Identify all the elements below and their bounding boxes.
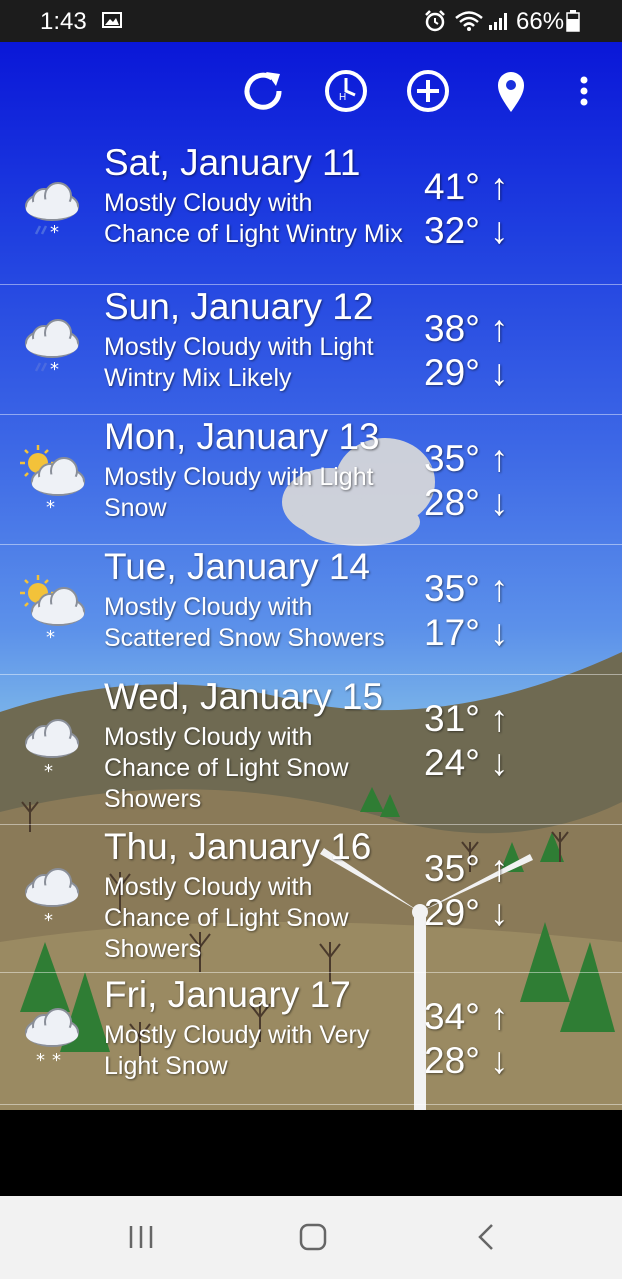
forecast-date: Sun, January 12: [104, 286, 374, 327]
forecast-date: Tue, January 14: [104, 546, 371, 587]
empty-area: [0, 1110, 622, 1196]
low-value: 32°: [424, 210, 480, 251]
hourly-clock-icon[interactable]: H: [321, 66, 371, 116]
high-temperature: 31° ↑: [424, 698, 508, 740]
cloud-wintry-mix-icon: *: [25, 182, 79, 243]
forecast-row[interactable]: * Sat, January 11 Mostly Cloudy with Chanc…: [0, 140, 622, 285]
high-temperature: 35° ↑: [424, 438, 508, 480]
forecast-row[interactable]: * Thu, January 16 Mostly Cloudy with Chanc…: [0, 824, 622, 973]
forecast-screen: H * Sat, January 11 Mostly Cloudy with Cha…: [0, 42, 622, 1110]
overflow-menu-icon[interactable]: [560, 66, 608, 116]
sun-cloud-snow-icon: *: [20, 445, 85, 513]
down-arrow-icon: ↓: [489, 892, 509, 933]
svg-text:*: *: [50, 359, 59, 380]
low-temperature: 32° ↓: [424, 210, 508, 252]
down-arrow-icon: ↓: [489, 352, 509, 393]
svg-text:*: *: [46, 627, 55, 643]
forecast-row[interactable]: * * Fri, January 17 Mostly Cloudy with Very…: [0, 972, 622, 1105]
high-temperature: 41° ↑: [424, 166, 508, 208]
low-temperature: 28° ↓: [424, 482, 508, 524]
forecast-date: Wed, January 15: [104, 676, 384, 717]
wifi-icon: [455, 11, 483, 31]
down-arrow-icon: ↓: [489, 482, 509, 523]
low-temperature: 24° ↓: [424, 742, 508, 784]
low-value: 28°: [424, 1040, 480, 1081]
forecast-description: Mostly Cloudy with Scattered Snow Shower…: [104, 593, 385, 652]
image-icon: [102, 12, 122, 28]
forecast-date: Sat, January 11: [104, 142, 361, 183]
high-temperature: 34° ↑: [424, 996, 508, 1038]
low-temperature: 17° ↓: [424, 612, 508, 654]
svg-text:H: H: [339, 92, 346, 103]
high-value: 31°: [424, 698, 480, 739]
refresh-icon[interactable]: [238, 66, 288, 116]
location-pin-icon[interactable]: [486, 66, 536, 116]
cloud-wintry-mix-icon: *: [25, 319, 79, 380]
low-temperature: 28° ↓: [424, 1040, 508, 1082]
high-value: 35°: [424, 568, 480, 609]
up-arrow-icon: ↑: [489, 568, 509, 609]
svg-text:*: *: [52, 1050, 61, 1071]
high-temperature: 38° ↑: [424, 308, 508, 350]
battery-icon: [566, 10, 580, 32]
forecast-row[interactable]: * Mon, January 13 Mostly Cloudy with Light…: [0, 414, 622, 545]
forecast-description: Mostly Cloudy with Chance of Light Snow …: [104, 873, 349, 963]
down-arrow-icon: ↓: [489, 1040, 509, 1081]
low-temperature: 29° ↓: [424, 352, 508, 394]
low-value: 24°: [424, 742, 480, 783]
add-location-icon[interactable]: [403, 66, 453, 116]
high-temperature: 35° ↑: [424, 568, 508, 610]
up-arrow-icon: ↑: [489, 848, 509, 889]
svg-text:*: *: [46, 497, 55, 513]
forecast-description: Mostly Cloudy with Light Wintry Mix Like…: [104, 333, 374, 392]
recent-apps-icon[interactable]: [124, 1222, 158, 1252]
up-arrow-icon: ↑: [489, 698, 509, 739]
forecast-row[interactable]: * Tue, January 14 Mostly Cloudy with Scatt…: [0, 544, 622, 675]
forecast-row[interactable]: * Sun, January 12 Mostly Cloudy with Light…: [0, 284, 622, 415]
high-value: 41°: [424, 166, 480, 207]
forecast-date: Fri, January 17: [104, 974, 351, 1015]
high-value: 34°: [424, 996, 480, 1037]
high-value: 35°: [424, 438, 480, 479]
low-value: 28°: [424, 482, 480, 523]
low-temperature: 29° ↓: [424, 892, 508, 934]
high-value: 38°: [424, 308, 480, 349]
back-icon[interactable]: [470, 1222, 504, 1252]
home-icon[interactable]: [296, 1222, 330, 1252]
low-value: 29°: [424, 352, 480, 393]
forecast-date: Thu, January 16: [104, 826, 372, 867]
navigation-bar: [0, 1196, 622, 1279]
svg-text:*: *: [36, 1050, 45, 1071]
status-time: 1:43: [40, 8, 87, 35]
forecast-row[interactable]: * Wed, January 15 Mostly Cloudy with Chanc…: [0, 674, 622, 825]
up-arrow-icon: ↑: [489, 308, 509, 349]
cloud-heavy-snow-icon: * *: [25, 1008, 79, 1071]
forecast-description: Mostly Cloudy with Chance of Light Wintr…: [104, 189, 403, 248]
up-arrow-icon: ↑: [489, 438, 509, 479]
svg-text:*: *: [50, 222, 59, 243]
alarm-icon: [425, 10, 445, 32]
cloud-snow-icon: *: [25, 868, 79, 931]
down-arrow-icon: ↓: [489, 612, 509, 653]
high-value: 35°: [424, 848, 480, 889]
svg-text:*: *: [44, 910, 53, 931]
high-temperature: 35° ↑: [424, 848, 508, 890]
forecast-date: Mon, January 13: [104, 416, 380, 457]
status-bar: 1:43 66%: [0, 0, 622, 42]
svg-text:*: *: [44, 761, 53, 782]
forecast-description: Mostly Cloudy with Chance of Light Snow …: [104, 723, 349, 813]
battery-percent: 66%: [516, 8, 565, 35]
forecast-description: Mostly Cloudy with Very Light Snow: [104, 1021, 370, 1080]
low-value: 29°: [424, 892, 480, 933]
down-arrow-icon: ↓: [489, 742, 509, 783]
cloud-snow-icon: *: [25, 719, 79, 782]
up-arrow-icon: ↑: [489, 996, 509, 1037]
low-value: 17°: [424, 612, 480, 653]
down-arrow-icon: ↓: [489, 210, 509, 251]
up-arrow-icon: ↑: [489, 166, 509, 207]
sun-cloud-snow-icon: *: [20, 575, 85, 643]
signal-icon: [489, 13, 507, 30]
forecast-description: Mostly Cloudy with Light Snow: [104, 463, 374, 522]
toolbar: H: [0, 42, 622, 140]
